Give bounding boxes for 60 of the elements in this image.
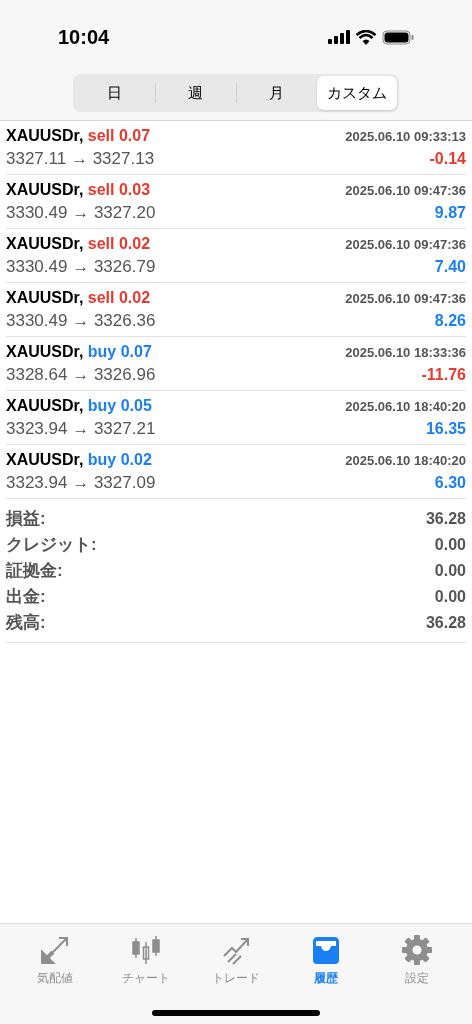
price-range: 3327.11 → 3327.13 [6,147,155,170]
price-range: 3328.64 → 3326.96 [6,363,156,386]
order-type: buy 0.07 [87,342,152,360]
summary-label: 損益: [6,508,46,531]
symbol: XAUUSDr, [6,234,84,252]
summary-value: 0.00 [434,535,466,555]
wifi-icon [356,29,376,45]
tab-bar-item[interactable]: 気配値 [17,934,94,987]
summary-value: 36.28 [425,509,466,529]
price-range: 3330.49 → 3327.20 [6,201,156,224]
summary-label: クレジット: [6,534,97,557]
order-type: sell 0.07 [87,126,151,144]
battery-icon [382,29,414,45]
tab-bar-item[interactable]: トレード [197,934,274,987]
settings-icon [400,934,433,966]
trade-time: 2025.06.10 09:33:13 [345,127,466,146]
profit-value: 8.26 [434,310,466,331]
summary-value: 0.00 [434,561,466,581]
order-type: sell 0.02 [87,234,151,252]
price-range: 3323.94 → 3327.21 [6,417,156,440]
symbol: XAUUSDr, [6,342,84,360]
order-type: sell 0.02 [87,288,151,306]
order-type: sell 0.03 [87,180,151,198]
tab-bar-item[interactable]: 設定 [378,934,455,987]
clock: 10:04 [58,25,110,50]
symbol: XAUUSDr, [6,396,84,414]
price-range: 3323.94 → 3327.09 [6,471,156,494]
symbol: XAUUSDr, [6,450,84,468]
summary-value: 36.28 [425,613,466,633]
trade-time: 2025.06.10 18:40:20 [345,397,466,416]
trade-time: 2025.06.10 09:47:36 [345,235,466,254]
symbol: XAUUSDr, [6,288,84,306]
symbol: XAUUSDr, [6,180,84,198]
profit-value: 7.40 [434,256,466,277]
trade-time: 2025.06.10 18:33:36 [345,343,466,362]
profit-value: 9.87 [434,202,466,223]
profit-value: -11.76 [421,364,466,385]
symbol: XAUUSDr, [6,126,84,144]
order-type: buy 0.05 [87,396,152,414]
period-tab[interactable]: 週 [155,76,236,110]
profit-value: -0.14 [429,148,466,169]
period-tab[interactable]: 日 [75,76,155,110]
profit-value: 6.30 [434,472,466,493]
summary-value: 0.00 [434,587,466,607]
candlestick-icon [129,934,162,966]
trade-time: 2025.06.10 09:47:36 [345,181,466,200]
tab-bar-item[interactable]: 履歴 [288,934,365,987]
summary-label: 出金: [6,586,46,609]
tab-bar-item[interactable]: チャート [107,934,184,987]
profit-value: 16.35 [425,418,466,439]
trade-time: 2025.06.10 09:47:36 [345,289,466,308]
price-range: 3330.49 → 3326.79 [6,255,156,278]
order-type: buy 0.02 [87,450,152,468]
period-tab[interactable]: カスタム [317,76,397,110]
summary-label: 証拠金: [6,560,63,583]
signal-icon [328,30,350,44]
trade-time: 2025.06.10 18:40:20 [345,451,466,470]
period-tab[interactable]: 月 [236,76,317,110]
price-range: 3330.49 → 3326.36 [6,309,156,332]
summary-label: 残高: [6,612,46,635]
